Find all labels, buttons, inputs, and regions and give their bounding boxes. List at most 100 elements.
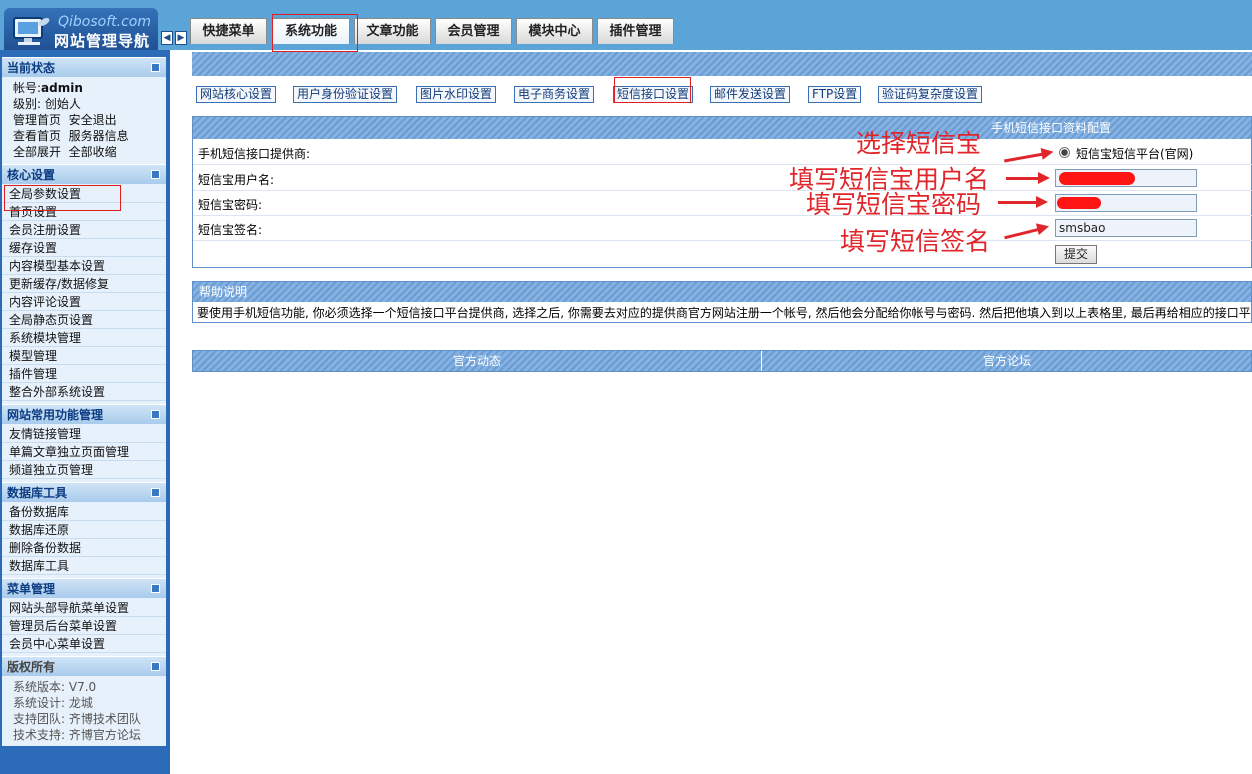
section-title: 数据库工具 xyxy=(7,486,68,500)
sidebar-item[interactable]: 删除备份数据 xyxy=(2,539,166,557)
sidebar-item[interactable]: 模型管理 xyxy=(2,347,166,365)
subnav-watermark[interactable]: 图片水印设置 xyxy=(416,86,497,103)
subnav-ecommerce[interactable]: 电子商务设置 xyxy=(514,86,595,103)
subnav-captcha[interactable]: 验证码复杂度设置 xyxy=(878,86,983,103)
section-title: 网站常用功能管理 xyxy=(7,408,104,422)
computer-icon xyxy=(13,17,50,45)
tab-members[interactable]: 会员管理 xyxy=(435,18,512,44)
subnav-auth[interactable]: 用户身份验证设置 xyxy=(293,86,398,103)
account-row: 帐号:admin xyxy=(2,80,166,96)
sidebar-item[interactable]: 会员注册设置 xyxy=(2,221,166,239)
help-header: 帮助说明 xyxy=(193,282,1251,302)
section-status-header[interactable]: 当前状态 xyxy=(2,57,166,77)
collapse-icon[interactable] xyxy=(151,488,160,497)
sidebar-item[interactable]: 友情链接管理 xyxy=(2,425,166,443)
signature-label: 短信宝签名: xyxy=(198,223,263,237)
sidebar-item[interactable]: 全局静态页设置 xyxy=(2,311,166,329)
provider-row: 手机短信接口提供商: 短信宝短信平台(官网) xyxy=(193,140,1252,165)
sidebar-item[interactable]: 单篇文章独立页面管理 xyxy=(2,443,166,461)
tab-modules[interactable]: 模块中心 xyxy=(516,18,593,44)
submit-button[interactable]: 提交 xyxy=(1055,245,1097,264)
level-value: 创始人 xyxy=(44,97,81,111)
official-news-label: 官方动态 xyxy=(452,354,501,368)
help-text: 要使用手机短信功能, 你必须选择一个短信接口平台提供商, 选择之后, 你需要去对… xyxy=(197,306,1251,320)
provider-radio[interactable] xyxy=(1059,147,1070,158)
status-links-3[interactable]: 全部展开 全部收缩 xyxy=(2,144,166,160)
collapse-icon[interactable] xyxy=(151,662,160,671)
section-common-header[interactable]: 网站常用功能管理 xyxy=(2,404,166,424)
sidebar-item[interactable]: 内容评论设置 xyxy=(2,293,166,311)
highlight-box xyxy=(272,14,358,52)
annotation-select: 选择短信宝 xyxy=(856,129,982,158)
collapse-icon[interactable] xyxy=(151,63,160,72)
expand-right-icon[interactable]: ▶ xyxy=(175,31,187,45)
signature-input[interactable]: smsbao xyxy=(1055,219,1197,237)
section-menu: 网站头部导航菜单设置 管理员后台菜单设置 会员中心菜单设置 xyxy=(2,598,166,656)
section-common: 友情链接管理 单篇文章独立页面管理 频道独立页管理 xyxy=(2,424,166,482)
sidebar: 当前状态 帐号:admin 级别: 创始人 管理首页 安全退出 查看首页 服务器… xyxy=(0,50,170,774)
provider-label: 手机短信接口提供商: xyxy=(198,147,311,161)
sidebar-item[interactable]: 数据库工具 xyxy=(2,557,166,575)
official-forum-label: 官方论坛 xyxy=(982,354,1031,368)
collapse-left-icon[interactable]: ◀ xyxy=(161,31,173,45)
username-label: 短信宝用户名: xyxy=(198,173,275,187)
help-panel: 帮助说明 要使用手机短信功能, 你必须选择一个短信接口平台提供商, 选择之后, … xyxy=(192,281,1252,323)
subnav-core[interactable]: 网站核心设置 xyxy=(196,86,277,103)
subnav-ftp[interactable]: FTP设置 xyxy=(808,86,862,103)
account-value: admin xyxy=(41,81,83,95)
redaction-mark xyxy=(1057,197,1101,209)
sidebar-item[interactable]: 更新缓存/数据修复 xyxy=(2,275,166,293)
tab-plugins[interactable]: 插件管理 xyxy=(597,18,674,44)
version-line: 系统版本: V7.0 xyxy=(13,680,97,694)
sidebar-item[interactable]: 网站头部导航菜单设置 xyxy=(2,599,166,617)
username-row: 短信宝用户名: xyxy=(193,166,1252,191)
top-bar: Qibosoft.com 网站管理导航 ◀ ▶ 快捷菜单 系统功能 文章功能 会… xyxy=(0,0,1252,52)
sidebar-item[interactable]: 整合外部系统设置 xyxy=(2,383,166,401)
tab-quick-menu[interactable]: 快捷菜单 xyxy=(190,18,267,44)
section-copyright-header[interactable]: 版权所有 xyxy=(2,656,166,676)
level-label: 级别: xyxy=(13,97,42,111)
level-row: 级别: 创始人 xyxy=(2,96,166,112)
section-status: 帐号:admin 级别: 创始人 管理首页 安全退出 查看首页 服务器信息 全部… xyxy=(2,77,166,164)
section-title: 当前状态 xyxy=(7,61,56,75)
sidebar-item[interactable]: 插件管理 xyxy=(2,365,166,383)
section-core-header[interactable]: 核心设置 xyxy=(2,164,166,184)
section-db-header[interactable]: 数据库工具 xyxy=(2,482,166,502)
section-menu-header[interactable]: 菜单管理 xyxy=(2,578,166,598)
sidebar-item[interactable]: 管理员后台菜单设置 xyxy=(2,617,166,635)
section-title: 版权所有 xyxy=(7,660,56,674)
account-label: 帐号: xyxy=(13,81,42,95)
header-stripe xyxy=(192,52,1252,76)
support-line: 技术支持: 齐博官方论坛 xyxy=(13,728,141,742)
provider-option-label[interactable]: 短信宝短信平台(官网) xyxy=(1076,145,1193,162)
tab-articles[interactable]: 文章功能 xyxy=(354,18,431,44)
arrow-icon xyxy=(1006,172,1050,184)
collapse-icon[interactable] xyxy=(151,584,160,593)
sidebar-item[interactable]: 备份数据库 xyxy=(2,503,166,521)
arrow-icon xyxy=(998,196,1048,208)
annotation-password: 填写短信宝密码 xyxy=(806,190,982,219)
team-line: 支持团队: 齐博技术团队 xyxy=(13,712,141,726)
password-label: 短信宝密码: xyxy=(198,198,263,212)
sidebar-item[interactable]: 会员中心菜单设置 xyxy=(2,635,166,653)
sidebar-item[interactable]: 系统模块管理 xyxy=(2,329,166,347)
annotation-signature: 填写短信签名 xyxy=(840,227,991,256)
panel-header: 手机短信接口资料配置 xyxy=(193,117,1251,139)
sidebar-item[interactable]: 数据库还原 xyxy=(2,521,166,539)
collapse-icon[interactable] xyxy=(151,170,160,179)
section-copyright: 系统版本: V7.0 系统设计: 龙城 支持团队: 齐博技术团队 技术支持: 齐… xyxy=(2,676,166,746)
highlight-box xyxy=(4,185,121,211)
sidebar-item[interactable]: 频道独立页管理 xyxy=(2,461,166,479)
status-links-1[interactable]: 管理首页 安全退出 xyxy=(2,112,166,128)
status-links-2[interactable]: 查看首页 服务器信息 xyxy=(2,128,166,144)
signature-row: 短信宝签名: smsbao xyxy=(193,216,1252,241)
highlight-box xyxy=(614,77,691,103)
subnav-mail[interactable]: 邮件发送设置 xyxy=(710,86,791,103)
design-line: 系统设计: 龙城 xyxy=(13,696,93,710)
logo-title: 网站管理导航 xyxy=(54,32,151,50)
collapse-icon[interactable] xyxy=(151,410,160,419)
logo-site: Qibosoft.com xyxy=(58,14,151,30)
sidebar-item[interactable]: 内容模型基本设置 xyxy=(2,257,166,275)
section-db: 备份数据库 数据库还原 删除备份数据 数据库工具 xyxy=(2,502,166,578)
sidebar-item[interactable]: 缓存设置 xyxy=(2,239,166,257)
